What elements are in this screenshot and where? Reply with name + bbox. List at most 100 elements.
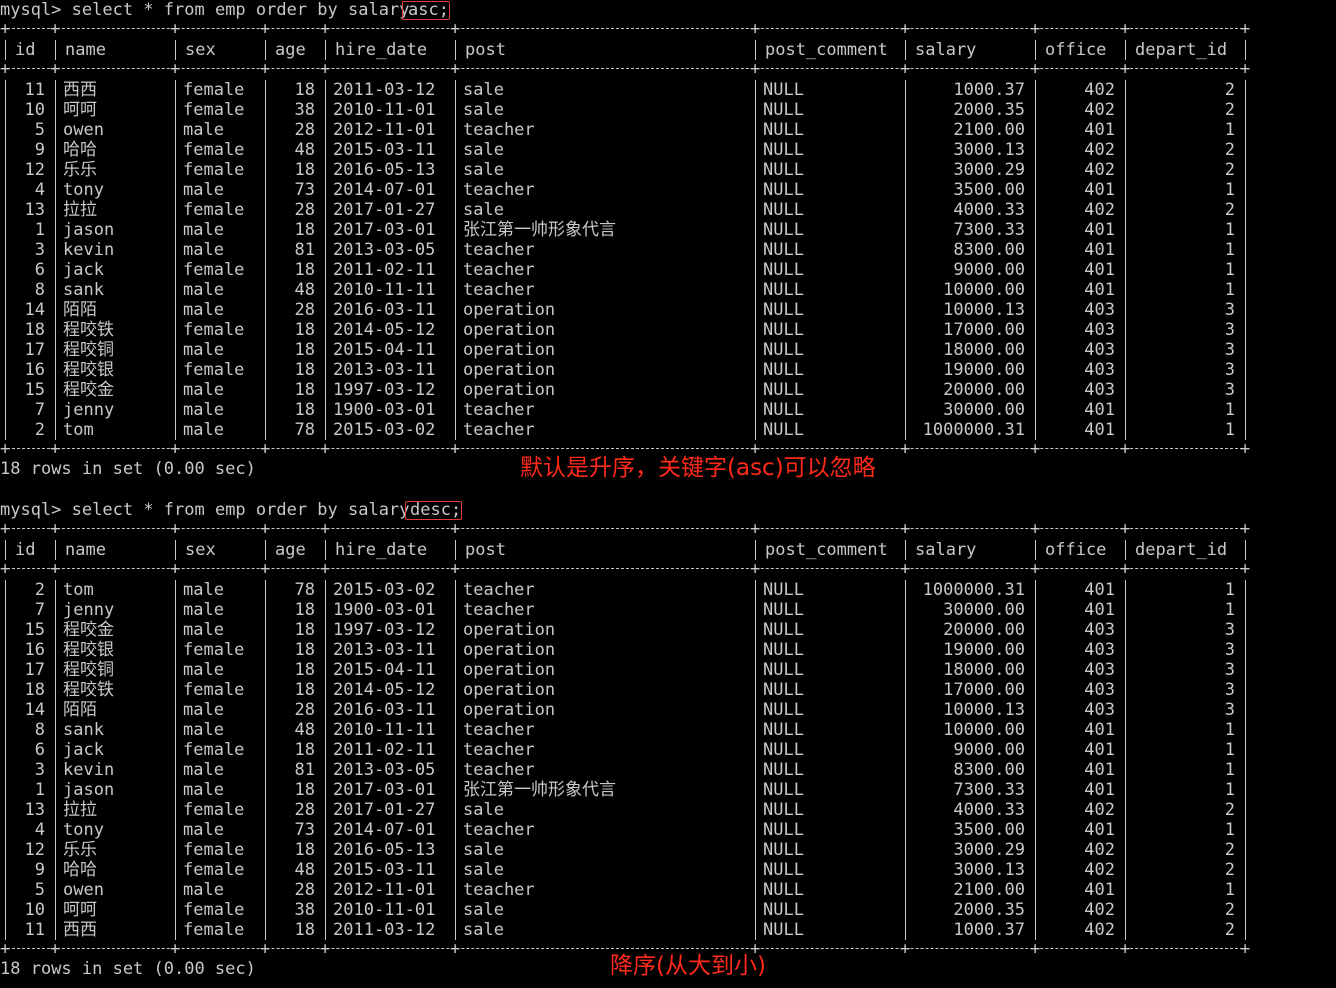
table-cell-office: 401 bbox=[1084, 220, 1115, 240]
table-cell-post: sale bbox=[463, 800, 504, 820]
table-cell-name: jenny bbox=[63, 400, 115, 420]
table-cell-depart-id: 3 bbox=[1224, 320, 1235, 340]
table-border-corner: + bbox=[1240, 519, 1251, 539]
table-cell-salary: 3500.00 bbox=[953, 820, 1025, 840]
table-cell-name: 程咬铜 bbox=[63, 660, 114, 680]
table-cell-name: 拉拉 bbox=[63, 200, 97, 220]
table-cell-hire-date: 2014-07-01 bbox=[333, 820, 436, 840]
table-cell-hire-date: 2016-03-11 bbox=[333, 700, 436, 720]
table-cell-salary: 18000.00 bbox=[943, 660, 1025, 680]
column-header-post: post bbox=[465, 540, 506, 560]
table-cell-age: 48 bbox=[294, 860, 315, 880]
table-cell-name: jenny bbox=[63, 600, 115, 620]
table-border-corner: + bbox=[900, 519, 911, 539]
table-border-corner: + bbox=[750, 519, 761, 539]
table-cell-post-comment: NULL bbox=[763, 820, 804, 840]
table-column-divider bbox=[1245, 80, 1246, 440]
table-border-corner: + bbox=[320, 19, 331, 39]
table-cell-sex: male bbox=[183, 720, 224, 740]
table-column-divider bbox=[1245, 540, 1246, 560]
table-cell-depart-id: 3 bbox=[1224, 700, 1235, 720]
table-border-corner: + bbox=[450, 59, 461, 79]
table-cell-hire-date: 2012-11-01 bbox=[333, 880, 436, 900]
table-cell-hire-date: 2013-03-11 bbox=[333, 360, 436, 380]
table-cell-post-comment: NULL bbox=[763, 600, 804, 620]
table-cell-post-comment: NULL bbox=[763, 220, 804, 240]
table-cell-age: 28 bbox=[294, 300, 315, 320]
table-cell-sex: female bbox=[183, 840, 245, 860]
query1-prompt: mysql> bbox=[0, 0, 62, 20]
table-border-corner: + bbox=[0, 19, 11, 39]
table-cell-name: 陌陌 bbox=[63, 300, 97, 320]
table-cell-name: tom bbox=[63, 580, 94, 600]
column-header-name: name bbox=[65, 540, 106, 560]
table-cell-office: 401 bbox=[1084, 760, 1115, 780]
table-cell-depart-id: 2 bbox=[1224, 160, 1235, 180]
table-border-corner: + bbox=[170, 59, 181, 79]
table-cell-depart-id: 3 bbox=[1224, 360, 1235, 380]
column-header-age: age bbox=[275, 40, 306, 60]
column-header-office: office bbox=[1045, 40, 1107, 60]
table-cell-salary: 9000.00 bbox=[953, 260, 1025, 280]
table-cell-sex: female bbox=[183, 260, 245, 280]
table-cell-post-comment: NULL bbox=[763, 280, 804, 300]
table-cell-depart-id: 1 bbox=[1224, 820, 1235, 840]
table-column-divider bbox=[265, 540, 266, 560]
table-border-corner: + bbox=[1240, 59, 1251, 79]
query1-command: select * from emp order by salary bbox=[71, 0, 410, 20]
table-cell-sex: male bbox=[183, 340, 224, 360]
table-cell-name: 西西 bbox=[63, 920, 97, 940]
table-cell-office: 402 bbox=[1084, 860, 1115, 880]
table-cell-sex: male bbox=[183, 420, 224, 440]
table-cell-office: 402 bbox=[1084, 80, 1115, 100]
table-border-corner: + bbox=[320, 439, 331, 459]
table-cell-sex: female bbox=[183, 160, 245, 180]
table-cell-age: 18 bbox=[294, 680, 315, 700]
table-cell-post-comment: NULL bbox=[763, 740, 804, 760]
table-cell-post: operation bbox=[463, 700, 556, 720]
table-cell-id: 14 bbox=[24, 300, 45, 320]
column-header-salary: salary bbox=[915, 40, 977, 60]
table-cell-hire-date: 2011-02-11 bbox=[333, 740, 436, 760]
table-cell-sex: female bbox=[183, 800, 245, 820]
table-cell-salary: 1000.37 bbox=[953, 920, 1025, 940]
table-cell-name: kevin bbox=[63, 760, 115, 780]
table-cell-id: 1 bbox=[34, 220, 45, 240]
table-cell-sex: female bbox=[183, 320, 245, 340]
table-cell-id: 2 bbox=[34, 420, 45, 440]
table-cell-hire-date: 2013-03-11 bbox=[333, 640, 436, 660]
table-cell-depart-id: 2 bbox=[1224, 840, 1235, 860]
table-cell-age: 18 bbox=[294, 840, 315, 860]
table-border-corner: + bbox=[1120, 939, 1131, 959]
table-cell-id: 1 bbox=[34, 780, 45, 800]
table-column-divider bbox=[325, 540, 326, 560]
table-cell-salary: 3000.13 bbox=[953, 860, 1025, 880]
table-cell-post: sale bbox=[463, 860, 504, 880]
table-cell-office: 403 bbox=[1084, 340, 1115, 360]
table-cell-post: teacher bbox=[463, 280, 535, 300]
table-column-divider bbox=[1035, 540, 1036, 560]
table-column-divider bbox=[1245, 40, 1246, 60]
table-cell-office: 401 bbox=[1084, 780, 1115, 800]
table-border-corner: + bbox=[900, 559, 911, 579]
table-cell-salary: 19000.00 bbox=[943, 360, 1025, 380]
table-cell-name: tony bbox=[63, 820, 104, 840]
table-cell-hire-date: 1997-03-12 bbox=[333, 380, 436, 400]
table-border-corner: + bbox=[450, 19, 461, 39]
table-cell-hire-date: 1900-03-01 bbox=[333, 600, 436, 620]
table-cell-office: 401 bbox=[1084, 420, 1115, 440]
table-cell-name: 程咬银 bbox=[63, 640, 114, 660]
table-cell-post-comment: NULL bbox=[763, 80, 804, 100]
table-cell-age: 48 bbox=[294, 280, 315, 300]
table-cell-salary: 7300.33 bbox=[953, 780, 1025, 800]
table-cell-name: 程咬铁 bbox=[63, 680, 114, 700]
table-border-corner: + bbox=[900, 939, 911, 959]
table-cell-id: 11 bbox=[24, 80, 45, 100]
table-border-corner: + bbox=[1240, 939, 1251, 959]
table-border-corner: + bbox=[1120, 439, 1131, 459]
table-cell-age: 18 bbox=[294, 400, 315, 420]
table-cell-depart-id: 3 bbox=[1224, 380, 1235, 400]
table-cell-post-comment: NULL bbox=[763, 920, 804, 940]
table-column-divider bbox=[1125, 80, 1126, 440]
table-cell-age: 18 bbox=[294, 740, 315, 760]
